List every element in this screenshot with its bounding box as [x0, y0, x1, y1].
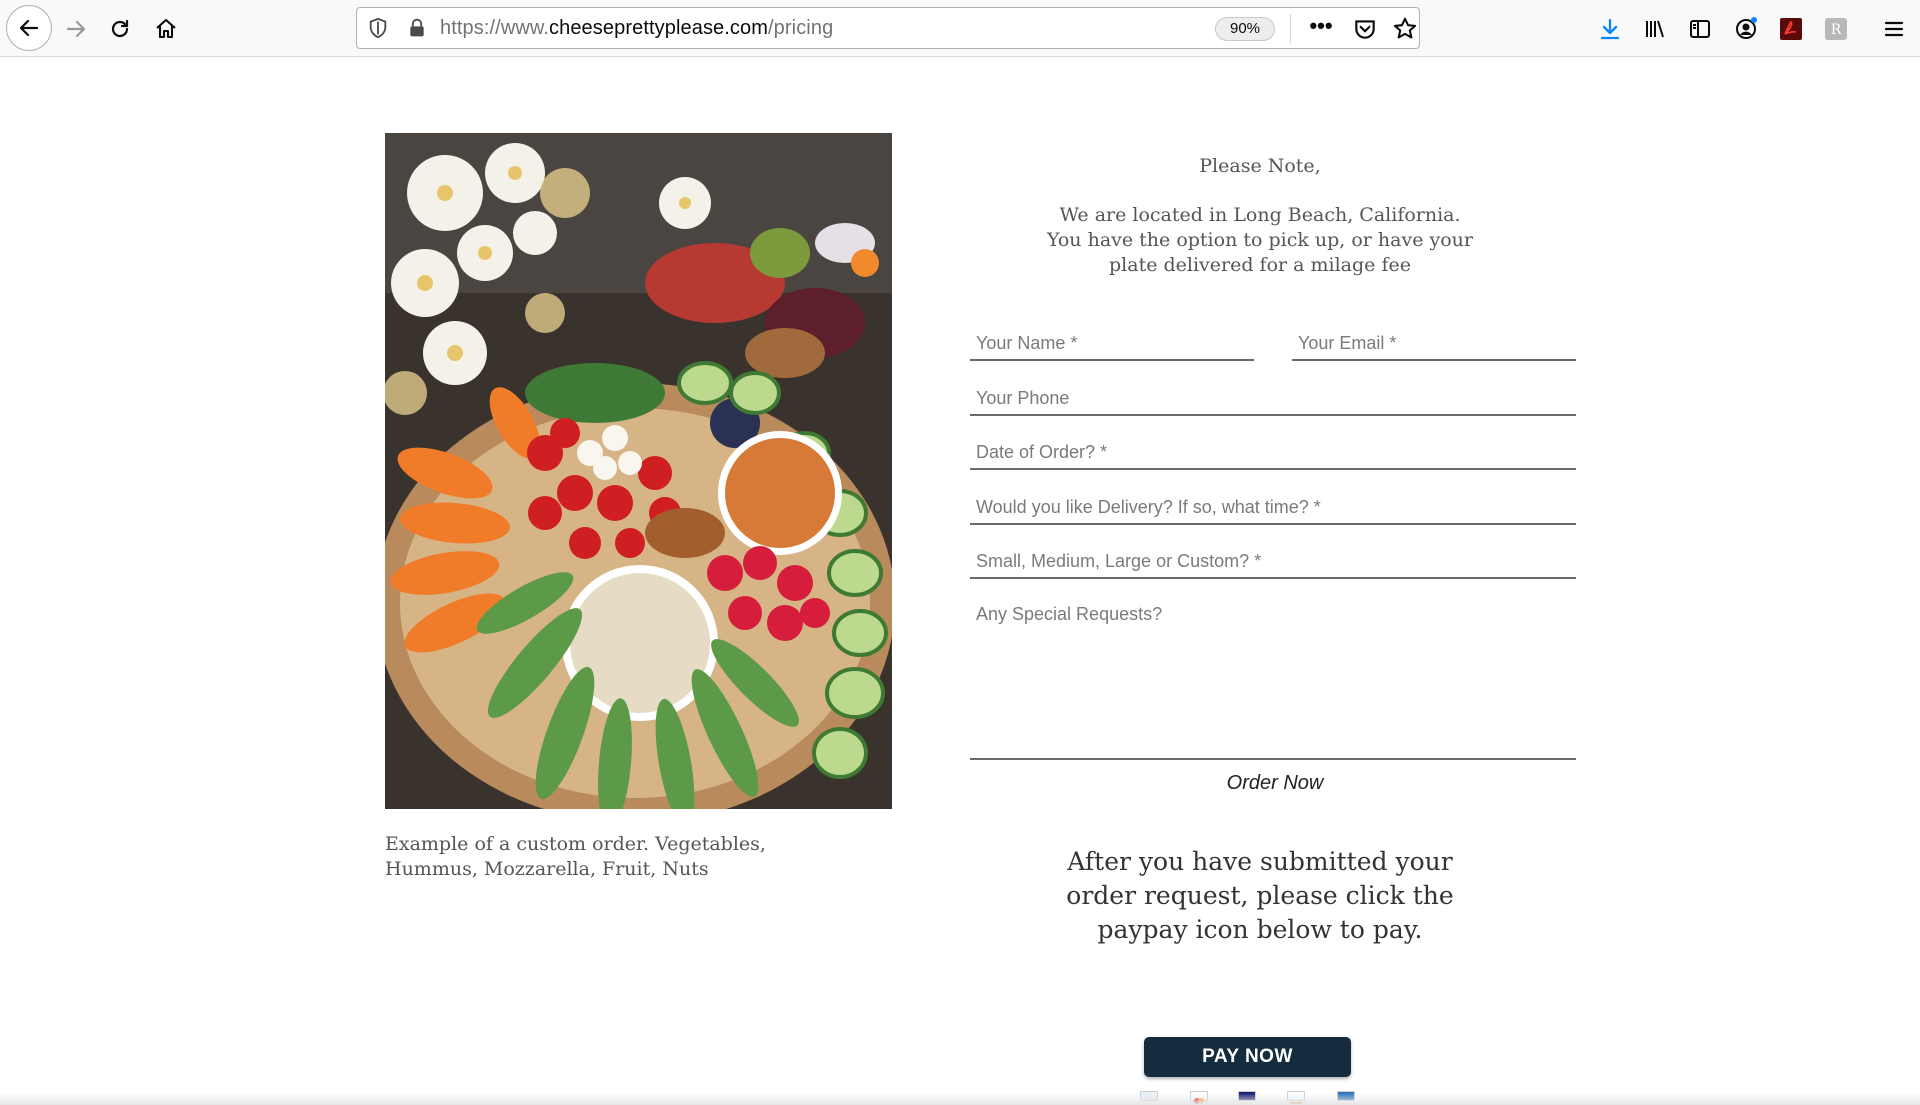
custom-order-photo: [385, 133, 892, 809]
pocket-icon[interactable]: [1352, 16, 1378, 42]
extension-r-icon: R: [1825, 18, 1847, 40]
url-bar-divider: [1290, 14, 1291, 44]
delivery-time-field[interactable]: [970, 485, 1576, 523]
email-field-wrapper: [1292, 321, 1576, 361]
back-button[interactable]: [6, 5, 52, 51]
menu-button[interactable]: [1874, 9, 1914, 49]
order-date-field[interactable]: [970, 430, 1576, 468]
url-bar[interactable]: https://www.cheeseprettyplease.com/prici…: [356, 7, 1420, 49]
lock-icon[interactable]: [407, 17, 427, 39]
caption-line: Hummus, Mozzarella, Fruit, Nuts: [385, 858, 709, 880]
acrobat-icon: [1780, 18, 1802, 40]
phone-field-wrapper: [970, 376, 1576, 416]
url-text[interactable]: https://www.cheeseprettyplease.com/prici…: [440, 17, 833, 40]
downloads-button[interactable]: [1590, 9, 1630, 49]
download-arrow-icon: [1600, 18, 1620, 40]
note-title: Please Note,: [1199, 155, 1321, 177]
reload-button[interactable]: [100, 9, 140, 49]
sidebar-icon: [1690, 20, 1710, 38]
extension-button[interactable]: R: [1816, 9, 1856, 49]
library-icon: [1646, 20, 1664, 38]
browser-toolbar: https://www.cheeseprettyplease.com/prici…: [0, 0, 1920, 57]
zoom-level-badge[interactable]: 90%: [1215, 17, 1275, 41]
home-icon: [156, 18, 176, 39]
phone-field[interactable]: [970, 376, 1576, 414]
instruction-line: paypay icon below to pay.: [1097, 915, 1423, 944]
library-button[interactable]: [1635, 9, 1675, 49]
instruction-line: After you have submitted your: [1067, 847, 1453, 876]
name-field-wrapper: [970, 321, 1254, 361]
special-requests-field[interactable]: [970, 594, 1576, 758]
pdf-extension-button[interactable]: [1771, 9, 1811, 49]
payment-instructions: After you have submitted your order requ…: [1040, 845, 1480, 947]
instruction-line: order request, please click the: [1066, 881, 1454, 910]
page-actions-button[interactable]: •••: [1308, 13, 1334, 39]
date-field-wrapper: [970, 430, 1576, 470]
note-line: We are located in Long Beach, California…: [1059, 204, 1461, 226]
account-button[interactable]: [1726, 9, 1766, 49]
arrow-right-icon: [66, 20, 86, 38]
plate-size-field[interactable]: [970, 539, 1576, 577]
sidebar-button[interactable]: [1680, 9, 1720, 49]
arrow-left-icon: [19, 19, 39, 37]
order-now-button[interactable]: Order Now: [1100, 772, 1450, 795]
charcuterie-board-image: [385, 133, 892, 809]
reload-icon: [111, 19, 129, 38]
email-field[interactable]: [1292, 321, 1576, 359]
hamburger-menu-icon: [1884, 21, 1904, 37]
name-field[interactable]: [970, 321, 1254, 359]
page-bottom-shadow: [0, 1093, 1920, 1105]
shield-icon[interactable]: [367, 17, 389, 39]
location-note: Please Note, We are located in Long Beac…: [1040, 154, 1480, 278]
photo-caption: Example of a custom order. Vegetables, H…: [385, 832, 785, 882]
requests-field-wrapper: [970, 594, 1576, 760]
home-button[interactable]: [146, 9, 186, 49]
account-icon: [1736, 17, 1757, 39]
note-line: You have the option to pick up, or have …: [1046, 229, 1474, 251]
svg-text:R: R: [1831, 22, 1842, 38]
forward-button[interactable]: [56, 9, 96, 49]
bookmark-star-icon[interactable]: [1392, 16, 1418, 42]
pay-now-button[interactable]: PAY NOW: [1144, 1037, 1351, 1077]
caption-line: Example of a custom order. Vegetables,: [385, 833, 766, 855]
note-line: plate delivered for a milage fee: [1109, 254, 1411, 276]
delivery-field-wrapper: [970, 485, 1576, 525]
size-field-wrapper: [970, 539, 1576, 579]
